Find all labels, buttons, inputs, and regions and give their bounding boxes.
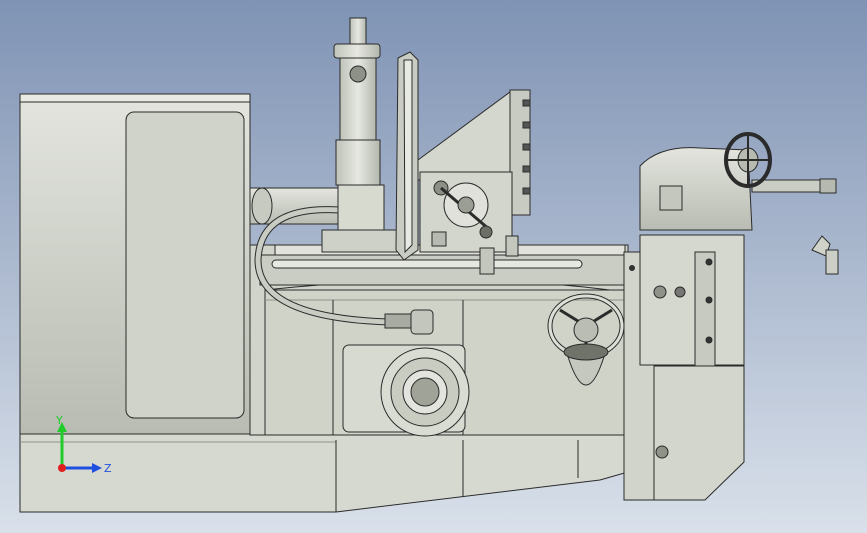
headstock-handwheel[interactable] — [724, 132, 772, 188]
column-lever-knob-upper[interactable] — [653, 285, 667, 299]
grinding-machine-model[interactable] — [0, 0, 867, 533]
axis-triad: Y Z — [55, 414, 112, 475]
y-axis-label: Y — [55, 414, 63, 427]
headstock-column[interactable] — [623, 234, 745, 501]
z-axis-arrow — [92, 463, 102, 473]
column-lever-knob-lower[interactable] — [655, 445, 669, 459]
front-handwheel-large[interactable] — [380, 347, 470, 437]
x-axis-origin — [58, 464, 66, 472]
electrical-cabinet[interactable] — [19, 93, 251, 435]
graphics-viewport[interactable]: Y Z — [0, 0, 867, 533]
spindle-tube[interactable] — [249, 187, 341, 225]
column-knob[interactable] — [349, 65, 367, 83]
dressing-head[interactable] — [419, 171, 513, 253]
table-lever[interactable] — [505, 235, 519, 257]
table-stop[interactable] — [479, 247, 495, 275]
z-axis-label: Z — [104, 462, 112, 475]
